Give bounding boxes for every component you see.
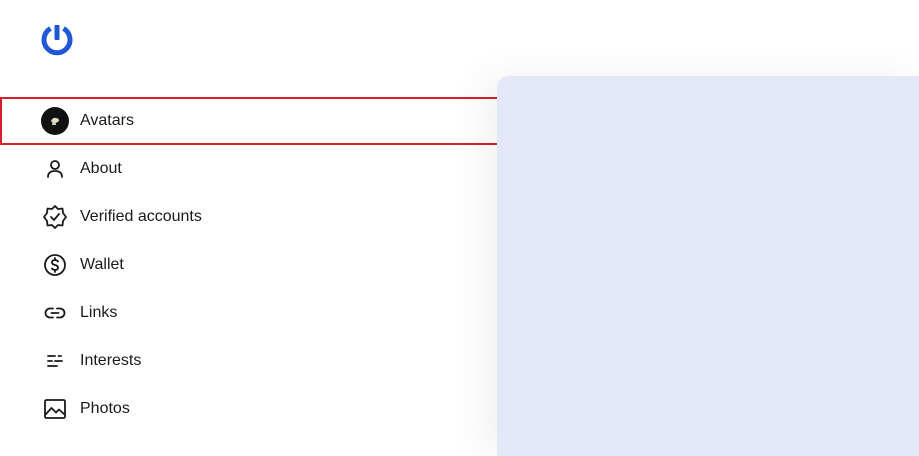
- app-logo-icon[interactable]: [40, 22, 74, 56]
- link-icon: [41, 299, 69, 327]
- nav-item-avatars[interactable]: Avatars: [0, 97, 500, 145]
- nav-item-about[interactable]: About: [0, 145, 500, 193]
- nav-item-label: About: [80, 160, 122, 177]
- photo-icon: [41, 395, 69, 423]
- settings-nav: Avatars About Verified accounts Wallet L…: [0, 97, 500, 433]
- nav-item-label: Interests: [80, 352, 142, 369]
- nav-item-label: Wallet: [80, 256, 124, 273]
- avatar-image-icon: [41, 107, 69, 135]
- dollar-circle-icon: [41, 251, 69, 279]
- nav-item-label: Photos: [80, 400, 130, 417]
- nav-item-verified-accounts[interactable]: Verified accounts: [0, 193, 500, 241]
- nav-item-links[interactable]: Links: [0, 289, 500, 337]
- interests-lines-icon: [41, 347, 69, 375]
- nav-item-label: Links: [80, 304, 118, 321]
- nav-item-label: Verified accounts: [80, 208, 202, 225]
- verified-badge-icon: [41, 203, 69, 231]
- preview-panel: [497, 76, 919, 456]
- nav-item-wallet[interactable]: Wallet: [0, 241, 500, 289]
- nav-item-label: Avatars: [80, 112, 134, 129]
- nav-item-photos[interactable]: Photos: [0, 385, 500, 433]
- nav-item-interests[interactable]: Interests: [0, 337, 500, 385]
- person-icon: [41, 155, 69, 183]
